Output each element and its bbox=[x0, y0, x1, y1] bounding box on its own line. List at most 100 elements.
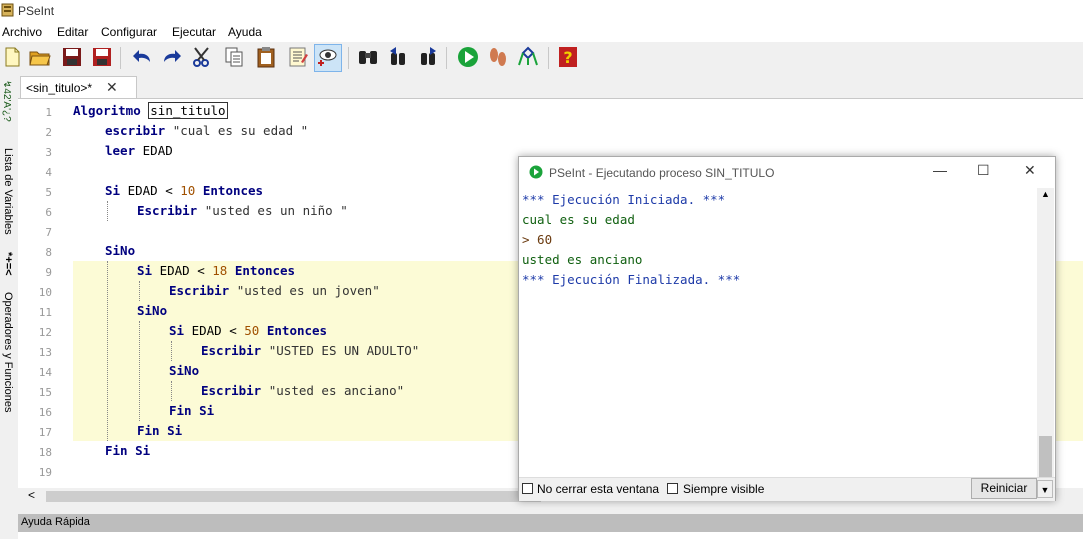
toolbar-separator bbox=[446, 47, 447, 69]
code-keyword: Si bbox=[169, 323, 185, 338]
chevron-down-icon[interactable]: ▼ bbox=[1037, 480, 1053, 498]
scroll-up-icon[interactable]: ▲ bbox=[1041, 189, 1050, 199]
line-number: 16 bbox=[38, 406, 52, 419]
close-icon[interactable]: ✕ bbox=[106, 79, 118, 96]
line-number: 3 bbox=[45, 146, 52, 159]
scroll-left-icon[interactable]: < bbox=[28, 488, 35, 502]
find-next-icon[interactable] bbox=[416, 45, 440, 69]
left-sidebar: ↯42'A'¿? Lista de Variables *+=< Operado… bbox=[0, 74, 18, 514]
line-number: 19 bbox=[38, 466, 52, 479]
always-visible-label: Siempre visible bbox=[683, 482, 765, 496]
code-string: "usted es un joven" bbox=[236, 283, 380, 298]
indent-guide bbox=[171, 341, 172, 361]
console-output[interactable]: *** Ejecución Iniciada. *** cual es su e… bbox=[521, 189, 1037, 479]
code-line: Fin Si bbox=[169, 401, 214, 421]
restart-button[interactable]: Reiniciar bbox=[971, 478, 1037, 499]
no-close-checkbox[interactable] bbox=[522, 483, 533, 494]
toolbar-separator bbox=[120, 47, 121, 69]
menu-archivo[interactable]: Archivo bbox=[2, 25, 42, 39]
quick-help-panel[interactable]: Ayuda Rápida bbox=[18, 514, 1083, 532]
code-line: Si EDAD < 18 Entonces bbox=[137, 261, 295, 281]
tab-sin-titulo[interactable]: <sin_titulo>* ✕ bbox=[20, 76, 137, 98]
help-icon[interactable]: ? bbox=[556, 45, 580, 69]
step-by-step-icon[interactable] bbox=[486, 45, 510, 69]
save-as-icon[interactable] bbox=[90, 45, 114, 69]
no-close-label: No cerrar esta ventana bbox=[537, 482, 660, 496]
flowchart-icon[interactable] bbox=[516, 45, 540, 69]
tab-bar: <sin_titulo>* ✕ bbox=[18, 76, 1083, 98]
code-keyword: Algoritmo bbox=[73, 103, 141, 118]
always-visible-checkbox[interactable] bbox=[667, 483, 678, 494]
maximize-icon[interactable]: ☐ bbox=[977, 162, 990, 179]
quick-help-label: Ayuda Rápida bbox=[21, 516, 90, 528]
menu-ayuda[interactable]: Ayuda bbox=[228, 25, 262, 39]
toolbar-separator bbox=[548, 47, 549, 69]
step-view-icon[interactable] bbox=[314, 44, 342, 72]
code-line: escribir "cual es su edad " bbox=[105, 121, 308, 141]
save-icon[interactable] bbox=[60, 45, 84, 69]
code-line: Fin Si bbox=[105, 441, 150, 461]
variables-glyph-icon: ↯42'A'¿? bbox=[1, 80, 12, 122]
close-icon[interactable]: ✕ bbox=[1024, 162, 1036, 179]
code-line: Si EDAD < 50 Entonces bbox=[169, 321, 327, 341]
console-line: cual es su edad bbox=[522, 212, 635, 227]
line-number: 15 bbox=[38, 386, 52, 399]
minimize-icon[interactable]: — bbox=[933, 162, 947, 178]
window-title: PSeInt bbox=[18, 4, 55, 18]
undo-icon[interactable] bbox=[130, 45, 154, 69]
code-number: 10 bbox=[180, 183, 196, 198]
code-keyword: Escribir bbox=[169, 283, 230, 298]
redo-icon[interactable] bbox=[160, 45, 184, 69]
open-folder-icon[interactable] bbox=[28, 45, 52, 69]
run-icon[interactable] bbox=[456, 45, 480, 69]
code-identifier: EDAD < bbox=[127, 183, 173, 198]
pseint-app-icon bbox=[1, 3, 14, 17]
cut-icon[interactable] bbox=[190, 45, 214, 69]
operators-glyph-icon: *+=< bbox=[2, 252, 14, 276]
code-keyword: Escribir bbox=[201, 383, 262, 398]
line-number: 14 bbox=[38, 366, 52, 379]
line-number: 1 bbox=[45, 106, 52, 119]
code-number: 50 bbox=[244, 323, 260, 338]
find-prev-icon[interactable] bbox=[386, 45, 410, 69]
operators-panel-tab[interactable]: Operadores y Funciones bbox=[2, 292, 14, 412]
code-keyword: SiNo bbox=[105, 243, 136, 258]
code-identifier: EDAD bbox=[142, 143, 173, 158]
menu-configurar[interactable]: Configurar bbox=[101, 25, 157, 39]
code-string: "usted es anciano" bbox=[268, 383, 405, 398]
menu-editar[interactable]: Editar bbox=[57, 25, 88, 39]
code-string: "usted es un niño " bbox=[204, 203, 348, 218]
code-line: SiNo bbox=[105, 241, 135, 261]
line-number: 17 bbox=[38, 426, 52, 439]
line-number: 2 bbox=[45, 126, 52, 139]
run-window-titlebar[interactable]: PSeInt - Ejecutando proceso SIN_TITULO —… bbox=[519, 157, 1055, 187]
line-number: 18 bbox=[38, 446, 52, 459]
code-line: SiNo bbox=[137, 301, 167, 321]
edit-list-icon[interactable] bbox=[286, 45, 310, 69]
scrollbar-thumb[interactable] bbox=[46, 491, 541, 502]
search-binoculars-icon[interactable] bbox=[356, 45, 380, 69]
svg-text:?: ? bbox=[563, 48, 572, 67]
code-identifier: sin_titulo bbox=[148, 102, 228, 119]
run-window: PSeInt - Ejecutando proceso SIN_TITULO —… bbox=[518, 156, 1056, 501]
code-keyword: Entonces bbox=[202, 183, 264, 198]
console-line: *** Ejecución Finalizada. *** bbox=[522, 272, 741, 287]
code-string: "cual es su edad " bbox=[172, 123, 309, 138]
line-number: 10 bbox=[38, 286, 52, 299]
indent-guide bbox=[139, 321, 140, 421]
line-number: 9 bbox=[45, 266, 52, 279]
line-number: 12 bbox=[38, 326, 52, 339]
code-line: Si EDAD < 10 Entonces bbox=[105, 181, 263, 201]
toolbar: ? bbox=[0, 42, 1083, 74]
code-keyword: Fin Si bbox=[137, 423, 183, 438]
copy-icon[interactable] bbox=[222, 45, 246, 69]
code-keyword: Escribir bbox=[201, 343, 262, 358]
new-file-icon[interactable] bbox=[0, 45, 24, 69]
scrollbar-thumb[interactable] bbox=[1039, 436, 1052, 478]
console-scrollbar[interactable]: ▲ bbox=[1037, 188, 1054, 480]
variables-panel-tab[interactable]: Lista de Variables bbox=[2, 148, 14, 235]
indent-guide bbox=[139, 281, 140, 301]
menu-ejecutar[interactable]: Ejecutar bbox=[172, 25, 216, 39]
paste-icon[interactable] bbox=[254, 45, 278, 69]
code-keyword: Escribir bbox=[137, 203, 198, 218]
